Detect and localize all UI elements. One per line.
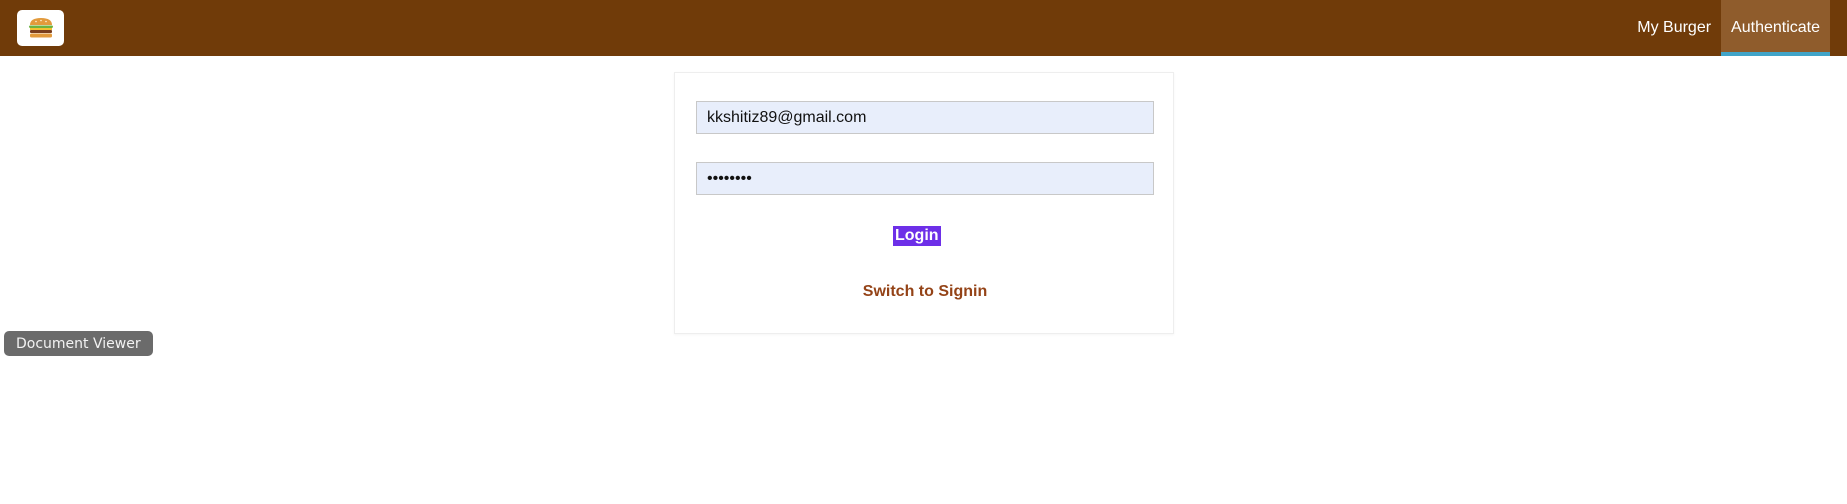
nav-item-authenticate[interactable]: Authenticate [1721,0,1830,56]
document-viewer-badge[interactable]: Document Viewer [4,331,153,356]
nav-menu: My Burger Authenticate [1627,0,1830,56]
logo[interactable] [17,10,64,46]
auth-card: Login Switch to Signin [674,72,1174,334]
login-button[interactable]: Login [893,226,941,246]
password-field[interactable] [696,162,1154,195]
nav-item-my-burger[interactable]: My Burger [1627,0,1721,56]
email-field[interactable] [696,101,1154,134]
switch-to-signin-button[interactable]: Switch to Signin [675,283,1175,301]
toolbar: My Burger Authenticate [0,0,1847,56]
burger-icon [28,18,53,38]
